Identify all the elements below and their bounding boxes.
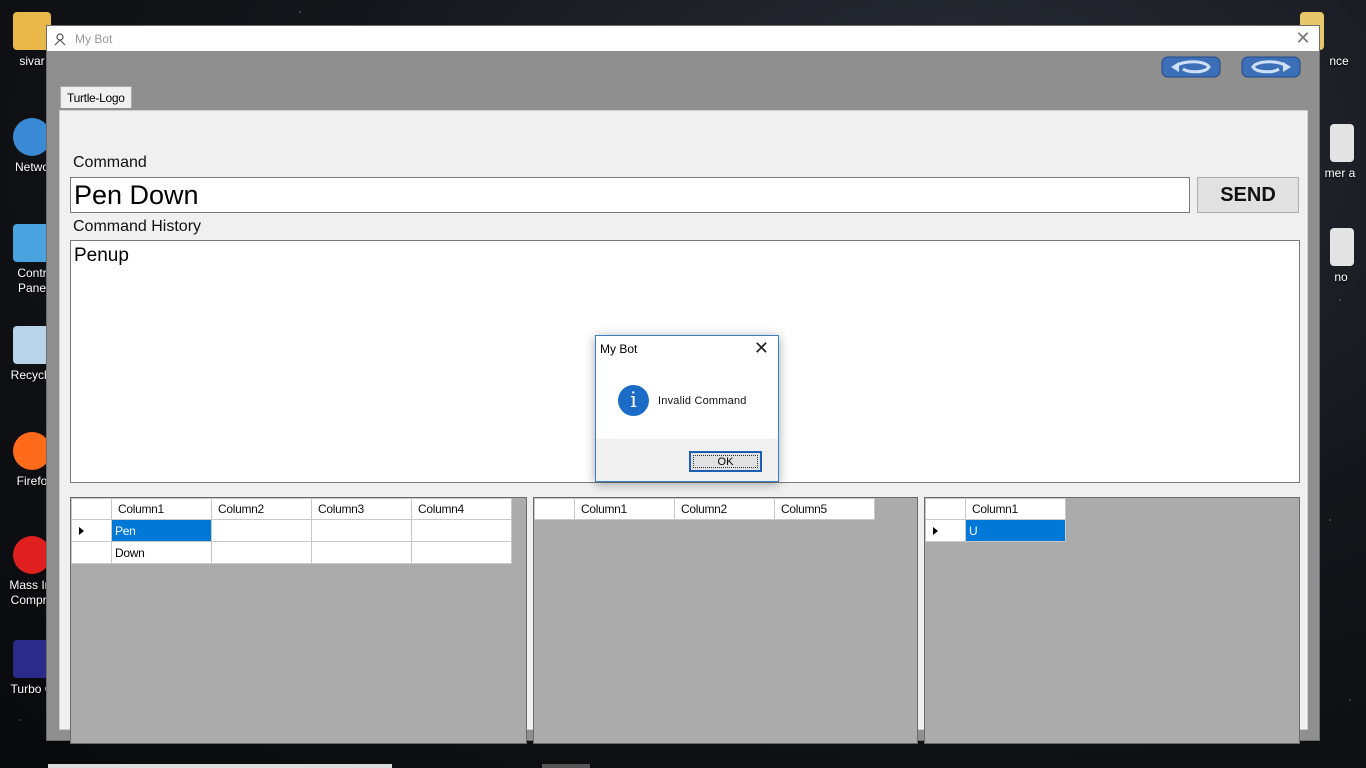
grid-cell[interactable] (411, 541, 512, 564)
grid-header-row: Column1 (925, 498, 1066, 520)
dialog-title: My Bot (600, 342, 638, 356)
column-header[interactable]: Column1 (111, 498, 212, 520)
column-header[interactable]: Column3 (311, 498, 412, 520)
document-icon (1330, 228, 1354, 266)
command-input[interactable] (70, 177, 1190, 213)
data-grid-1[interactable]: Column1 Column2 Column3 Column4 Pen Down (70, 497, 527, 744)
row-header-corner (925, 498, 966, 520)
taskbar-edge (48, 764, 392, 768)
row-header[interactable] (71, 541, 112, 564)
title-bar[interactable]: My Bot ✕ (47, 26, 1319, 51)
command-label: Command (73, 154, 147, 171)
grid-cell[interactable] (311, 541, 412, 564)
forward-arrow-icon[interactable] (1241, 56, 1301, 78)
grid-cell[interactable] (411, 519, 512, 542)
tab-turtle-logo[interactable]: Turtle-Logo (60, 86, 132, 108)
table-row[interactable]: Pen (71, 519, 512, 542)
desktop-icon-label: Netwo (14, 160, 49, 174)
history-entry: Penup (74, 245, 129, 266)
message-dialog: My Bot ✕ i Invalid Command OK (595, 335, 779, 482)
dialog-message: Invalid Command (658, 395, 747, 407)
grid-header-row: Column1 Column2 Column3 Column4 (71, 498, 512, 520)
nav-arrows (1161, 56, 1301, 78)
current-row-icon (79, 526, 84, 535)
command-history-label: Command History (73, 218, 202, 235)
desktop-icon-label: sivar (19, 54, 45, 68)
grid-cell[interactable]: Down (111, 541, 212, 564)
table-row[interactable]: U (925, 519, 1066, 542)
dialog-body: i Invalid Command (596, 362, 778, 440)
row-header[interactable] (71, 519, 112, 542)
row-header-corner (534, 498, 575, 520)
document-icon (1330, 124, 1354, 162)
row-header-corner (71, 498, 112, 520)
column-header[interactable]: Column2 (211, 498, 312, 520)
column-header[interactable]: Column2 (674, 498, 775, 520)
column-header[interactable]: Column1 (574, 498, 675, 520)
column-header[interactable]: Column1 (965, 498, 1066, 520)
desktop-icon-label: Firefo (16, 474, 48, 488)
column-header[interactable]: Column5 (774, 498, 875, 520)
dialog-title-bar[interactable]: My Bot ✕ (596, 336, 778, 362)
info-icon: i (618, 385, 649, 416)
row-header[interactable] (925, 519, 966, 542)
taskbar-edge-item (542, 764, 590, 768)
dialog-close-button[interactable]: ✕ (754, 339, 769, 357)
tab-strip: Turtle-Logo (60, 86, 132, 108)
back-arrow-icon[interactable] (1161, 56, 1221, 78)
data-grid-3[interactable]: Column1 U (924, 497, 1300, 744)
desktop-icon-label: Contr Pane (17, 266, 47, 295)
grid-header-row: Column1 Column2 Column5 (534, 498, 875, 520)
ok-button[interactable]: OK (689, 451, 762, 472)
data-grid-2[interactable]: Column1 Column2 Column5 (533, 497, 918, 744)
window-title: My Bot (75, 31, 113, 46)
window-close-button[interactable]: ✕ (1293, 28, 1313, 48)
app-icon (54, 32, 66, 45)
grid-cell[interactable] (211, 541, 312, 564)
grid-cell[interactable]: Pen (111, 519, 212, 542)
current-row-icon (933, 526, 938, 535)
grid-cell[interactable]: U (965, 519, 1066, 542)
send-button[interactable]: SEND (1197, 177, 1299, 213)
column-header[interactable]: Column4 (411, 498, 512, 520)
dialog-footer: OK (596, 439, 778, 481)
grid-cell[interactable] (211, 519, 312, 542)
table-row[interactable]: Down (71, 541, 512, 564)
grid-cell[interactable] (311, 519, 412, 542)
